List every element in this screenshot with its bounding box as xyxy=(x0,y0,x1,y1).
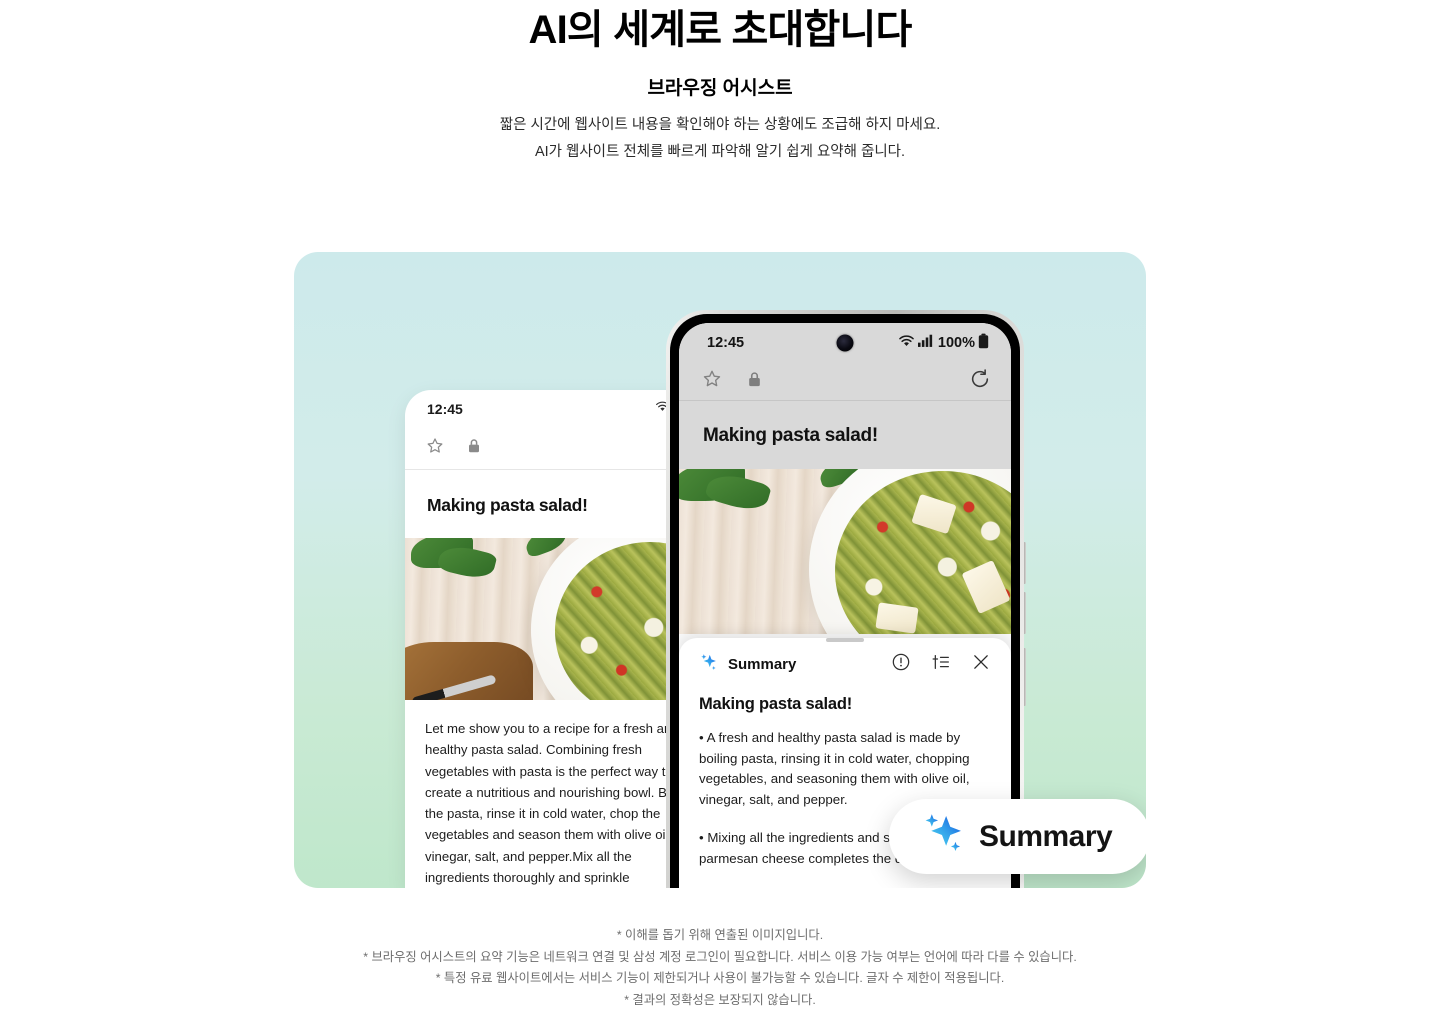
header-description-line2: AI가 웹사이트 전체를 빠르게 파악해 알기 쉽게 요약해 줍니다. xyxy=(534,144,906,160)
summary-floating-label: Summary xyxy=(979,819,1113,853)
left-phone-browser-toolbar xyxy=(405,428,705,470)
right-phone-status-bar: 12:45 100% xyxy=(679,323,1011,363)
footer-line-3: * 특정 유료 웹사이트에서는 서비스 기능이 제한되거나 사용이 불가능할 수… xyxy=(435,971,1005,985)
footer-disclaimers: * 이해를 돕기 위해 연출된 이미지입니다. * 브라우징 어시스트의 요약 … xyxy=(0,925,1440,1011)
refresh-icon[interactable] xyxy=(969,368,991,395)
info-circle-icon[interactable] xyxy=(891,652,911,677)
summary-bullet: • A fresh and healthy pasta salad is mad… xyxy=(699,730,970,807)
right-phone-article-title: Making pasta salad! xyxy=(679,401,1011,469)
star-icon[interactable] xyxy=(701,368,723,395)
right-phone-article-photo xyxy=(679,469,1011,634)
right-phone-browser-toolbar xyxy=(679,363,1011,401)
battery-full-icon xyxy=(978,333,989,354)
left-phone-article-body: Let me show you to a recipe for a fresh … xyxy=(425,721,680,886)
sparkle-icon xyxy=(921,812,965,861)
star-icon[interactable] xyxy=(425,436,445,461)
left-phone-clock: 12:45 xyxy=(427,401,463,417)
footer-line-4: * 결과의 정확성은 보장되지 않습니다. xyxy=(624,992,816,1007)
summary-sheet-label: Summary xyxy=(728,656,797,673)
summary-article-title: Making pasta salad! xyxy=(699,695,852,713)
left-phone-status-bar: 12:45 xyxy=(405,390,705,428)
sparkle-icon xyxy=(699,653,718,677)
front-camera-icon xyxy=(836,334,854,352)
footer-line-2: * 브라우징 어시스트의 요약 기능은 네트워크 연결 및 삼성 계정 로그인이… xyxy=(363,949,1077,964)
left-phone-article-photo xyxy=(405,538,705,700)
footer-line-1: * 이해를 돕기 위해 연출된 이미지입니다. xyxy=(616,928,824,942)
close-icon[interactable] xyxy=(971,652,991,677)
header: AI의 세계로 초대합니다 브라우징 어시스트 짧은 시간에 웹사이트 내용을 … xyxy=(0,0,1440,166)
page-root: AI의 세계로 초대합니다 브라우징 어시스트 짧은 시간에 웹사이트 내용을 … xyxy=(0,0,1440,1030)
header-description-line1: 짧은 시간에 웹사이트 내용을 확인해야 하는 상황에도 조급해 하지 마세요. xyxy=(499,117,941,133)
page-title: AI의 세계로 초대합니다 xyxy=(528,8,912,52)
tune-list-icon[interactable] xyxy=(931,652,951,677)
wifi-icon xyxy=(898,334,915,353)
page-subtitle: 브라우징 어시스트 xyxy=(647,78,793,99)
summary-sheet-header: Summary xyxy=(679,642,1011,677)
lock-icon xyxy=(467,438,481,459)
left-phone-article-title: Making pasta salad! xyxy=(427,495,588,515)
left-phone-screenshot: 12:45 Making pasta salad! Let me show yo… xyxy=(405,390,705,888)
hero-panel: 12:45 Making pasta salad! Let me show yo… xyxy=(294,252,1146,888)
summary-floating-button[interactable]: Summary xyxy=(889,799,1146,874)
right-phone-clock: 12:45 xyxy=(707,335,745,351)
battery-percent-label: 100% xyxy=(937,335,975,351)
signal-icon xyxy=(917,334,933,352)
lock-icon xyxy=(747,371,762,393)
